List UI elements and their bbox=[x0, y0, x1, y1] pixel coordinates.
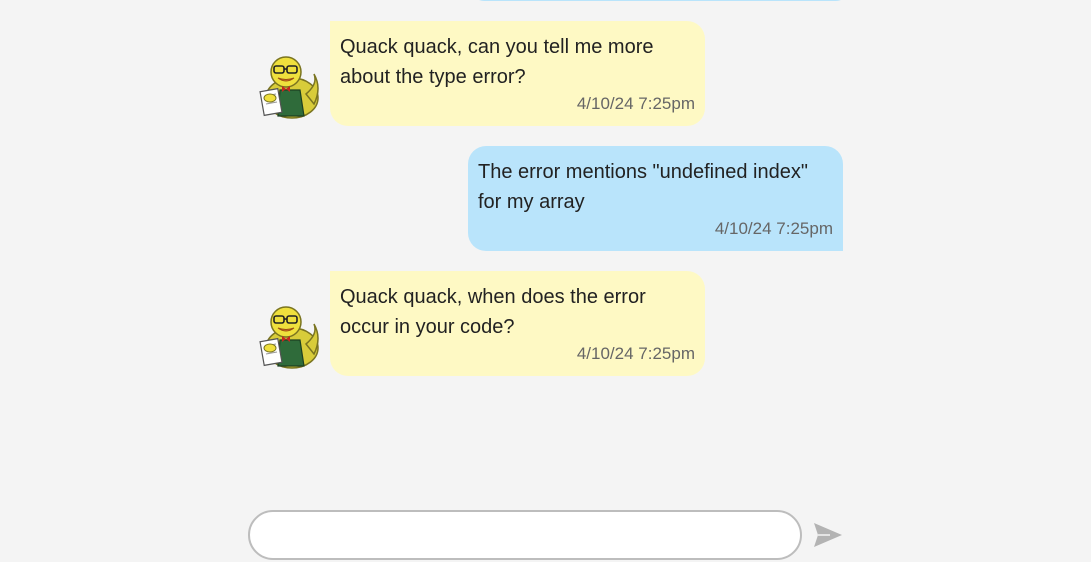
chat-page: Quack quack, can you tell me more about … bbox=[0, 0, 1091, 562]
message-text: Quack quack, can you tell me more about … bbox=[340, 36, 654, 88]
user-message-bubble: The error mentions "undefined index" for… bbox=[468, 146, 843, 251]
previous-user-message-stub bbox=[472, 0, 848, 1]
duck-avatar-icon bbox=[256, 54, 320, 120]
duck-avatar-icon bbox=[256, 304, 320, 370]
duck-message-bubble: Quack quack, can you tell me more about … bbox=[330, 21, 705, 126]
message-text: Quack quack, when does the error occur i… bbox=[340, 286, 646, 338]
message-timestamp: 4/10/24 7:25pm bbox=[576, 94, 695, 113]
message-timestamp: 4/10/24 7:25pm bbox=[714, 219, 833, 238]
send-icon bbox=[814, 523, 842, 547]
message-composer bbox=[248, 510, 842, 560]
message-text: The error mentions "undefined index" for… bbox=[478, 161, 808, 213]
duck-message-bubble: Quack quack, when does the error occur i… bbox=[330, 271, 705, 376]
message-timestamp: 4/10/24 7:25pm bbox=[576, 344, 695, 363]
send-button[interactable] bbox=[812, 520, 844, 550]
message-input[interactable] bbox=[248, 510, 802, 560]
